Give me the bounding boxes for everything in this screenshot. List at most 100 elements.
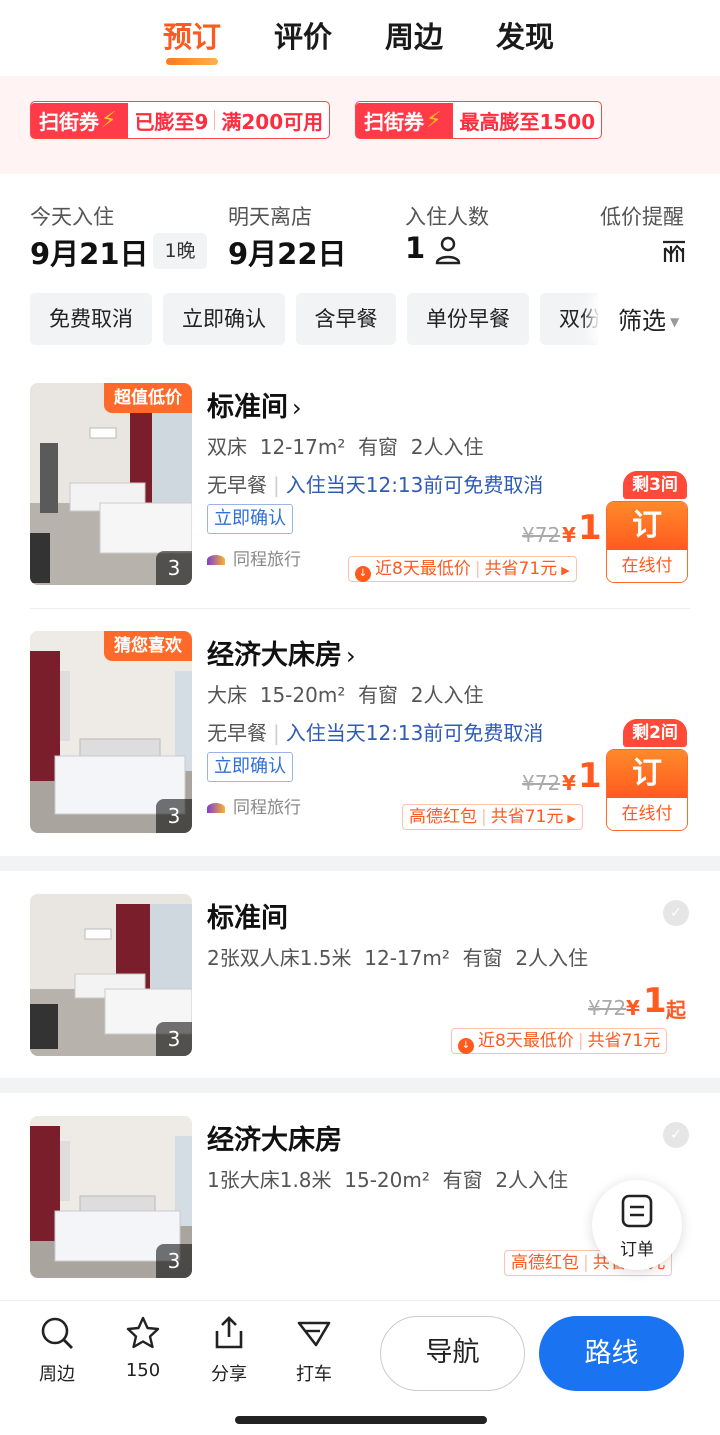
caret-down-icon: ▼ xyxy=(670,315,680,329)
bottom-action-bar: 周边 150 分享 打车 导航 路线 xyxy=(0,1300,720,1405)
room-info: 大床 15-20m² 有窗 2人入住 xyxy=(207,683,484,707)
divider xyxy=(30,608,690,609)
currency-symbol: ¥ xyxy=(562,771,576,795)
top-tab-bar: 预订 评价 周边 发现 xyxy=(0,0,720,76)
taxi-button[interactable]: 打车 xyxy=(279,1315,349,1386)
photo-count: 3 xyxy=(156,1022,192,1056)
section-gap xyxy=(0,1078,720,1093)
share-button[interactable]: 分享 xyxy=(194,1315,264,1386)
lightning-icon: ⚡ xyxy=(426,107,442,133)
stay-dates-section[interactable]: 今天入住 9月21日 1晚 明天离店 9月22日 入住人数 1 低价提醒 xyxy=(0,176,720,276)
tab-reviews[interactable]: 评价 xyxy=(274,0,385,76)
checkout-label: 明天离店 xyxy=(228,205,312,229)
original-price: ¥72 xyxy=(522,523,561,547)
chevron-right-icon: › xyxy=(292,394,302,422)
promo-tag[interactable]: 高德红包 | 共省71元 ▶ xyxy=(402,804,583,830)
chevron-right-icon: › xyxy=(346,642,356,670)
price-alert-icon[interactable] xyxy=(660,236,688,264)
nearby-button[interactable]: 周边 xyxy=(22,1315,92,1386)
meal-policy: 无早餐 | 入住当天12:13前可免费取消 xyxy=(207,721,544,745)
rooms-left-badge: 剩3间 xyxy=(623,471,687,499)
coupon-card-2[interactable]: 扫街券 ⚡ 最高膨至1500 xyxy=(355,101,603,139)
search-icon xyxy=(41,1317,73,1349)
section-gap xyxy=(0,856,720,871)
price-from-label: 起 xyxy=(666,998,686,1022)
chip-single-breakfast[interactable]: 单份早餐 xyxy=(407,293,529,345)
flame-icon: ↓ xyxy=(458,1038,474,1054)
room-card[interactable]: 超值低价 3 标准间 › 双床 12-17m² 有窗 2人入住 无早餐 | 入住当天1… xyxy=(0,383,720,603)
flame-icon: ↓ xyxy=(355,566,371,582)
lightning-icon: ⚡ xyxy=(101,107,117,133)
float-order-button[interactable]: 订单 xyxy=(592,1180,682,1270)
rooms-left-badge: 剩2间 xyxy=(623,719,687,747)
coupon-tag: 扫街券 ⚡ xyxy=(31,102,129,138)
share-icon xyxy=(215,1316,243,1349)
price-alert-label[interactable]: 低价提醒 xyxy=(600,201,684,231)
cancel-policy: 入住当天12:13前可免费取消 xyxy=(285,721,544,745)
currency-symbol: ¥ xyxy=(626,996,640,1020)
tab-booking[interactable]: 预订 xyxy=(163,0,274,76)
chip-instant-confirm[interactable]: 立即确认 xyxy=(163,293,285,345)
current-price: 1 xyxy=(643,981,667,1021)
current-price: 1 xyxy=(578,756,602,796)
vendor-label: 同程旅行 xyxy=(207,545,301,570)
tab-discover[interactable]: 发现 xyxy=(496,0,607,76)
photo-count: 3 xyxy=(156,551,192,585)
tab-nearby[interactable]: 周边 xyxy=(385,0,496,76)
promo-tag[interactable]: ↓ 近8天最低价 | 共省71元 xyxy=(451,1028,668,1054)
checkout-date[interactable]: 9月22日 xyxy=(228,231,347,273)
book-button[interactable]: 订 在线付 xyxy=(606,749,688,831)
navigate-button[interactable]: 导航 xyxy=(380,1316,525,1391)
current-price: 1 xyxy=(578,508,602,548)
route-button[interactable]: 路线 xyxy=(539,1316,684,1391)
caret-right-icon: ▶ xyxy=(567,812,576,825)
room-name[interactable]: 标准间 xyxy=(207,896,288,935)
vendor-label: 同程旅行 xyxy=(207,793,301,818)
person-icon xyxy=(436,236,461,265)
room-info: 2张双人床1.5米 12-17m² 有窗 2人入住 xyxy=(207,946,589,970)
checkin-label: 今天入住 xyxy=(30,205,114,229)
room-card[interactable]: 3 标准间 ✓ 2张双人床1.5米 12-17m² 有窗 2人入住 ¥72 ¥ … xyxy=(0,894,720,1064)
coupon-card-1[interactable]: 扫街券 ⚡ 已膨至9 满200可用 xyxy=(30,101,331,139)
currency-symbol: ¥ xyxy=(562,523,576,547)
order-list-icon xyxy=(621,1194,653,1228)
guests-selector[interactable]: 1 xyxy=(405,231,461,265)
photo-count: 3 xyxy=(156,799,192,833)
chip-free-cancel[interactable]: 免费取消 xyxy=(30,293,152,345)
room-card[interactable]: 猜您喜欢 3 经济大床房 › 大床 15-20m² 有窗 2人入住 无早餐 | 入住当… xyxy=(0,631,720,851)
vendor-logo-icon xyxy=(207,803,225,813)
room-photo[interactable]: 猜您喜欢 3 xyxy=(30,631,192,833)
original-price: ¥72 xyxy=(522,771,561,795)
filter-button[interactable]: 筛选 ▼ xyxy=(618,301,679,336)
chip-breakfast[interactable]: 含早餐 xyxy=(296,293,396,345)
promo-tag[interactable]: ↓ 近8天最低价 | 共省71元 ▶ xyxy=(348,556,577,582)
room-badge: 猜您喜欢 xyxy=(104,631,192,661)
nights-badge: 1晚 xyxy=(153,233,207,269)
book-button[interactable]: 订 在线付 xyxy=(606,501,688,583)
taxi-icon xyxy=(297,1321,331,1347)
room-photo[interactable]: 3 xyxy=(30,1116,192,1278)
room-photo[interactable]: 3 xyxy=(30,894,192,1056)
room-info: 1张大床1.8米 15-20m² 有窗 2人入住 xyxy=(207,1168,569,1192)
room-name[interactable]: 标准间 › xyxy=(207,385,302,424)
coupon-text: 已膨至9 xyxy=(134,109,209,134)
vendor-logo-icon xyxy=(207,555,225,565)
checkin-date[interactable]: 9月21日 xyxy=(30,231,149,273)
room-info: 双床 12-17m² 有窗 2人入住 xyxy=(207,435,484,459)
photo-count: 3 xyxy=(156,1244,192,1278)
coupon-strip: 扫街券 ⚡ 已膨至9 满200可用 扫街券 ⚡ 最高膨至1500 xyxy=(0,76,720,174)
room-name[interactable]: 经济大床房 xyxy=(207,1118,342,1157)
room-photo[interactable]: 超值低价 3 xyxy=(30,383,192,585)
room-name[interactable]: 经济大床房 › xyxy=(207,633,356,672)
favorite-button[interactable]: 150 xyxy=(108,1315,178,1381)
expand-check-icon[interactable]: ✓ xyxy=(663,1122,689,1148)
filter-chips: 免费取消 立即确认 含早餐 单份早餐 双份 筛选 ▼ xyxy=(0,293,720,347)
instant-confirm-tag: 立即确认 xyxy=(207,504,293,534)
coupon-tag: 扫街券 ⚡ xyxy=(356,102,454,138)
meal-policy: 无早餐 | 入住当天12:13前可免费取消 xyxy=(207,473,544,497)
home-indicator[interactable] xyxy=(235,1416,487,1424)
star-icon xyxy=(126,1316,160,1349)
coupon-text: 最高膨至1500 xyxy=(459,109,596,134)
expand-check-icon[interactable]: ✓ xyxy=(663,900,689,926)
instant-confirm-tag: 立即确认 xyxy=(207,752,293,782)
